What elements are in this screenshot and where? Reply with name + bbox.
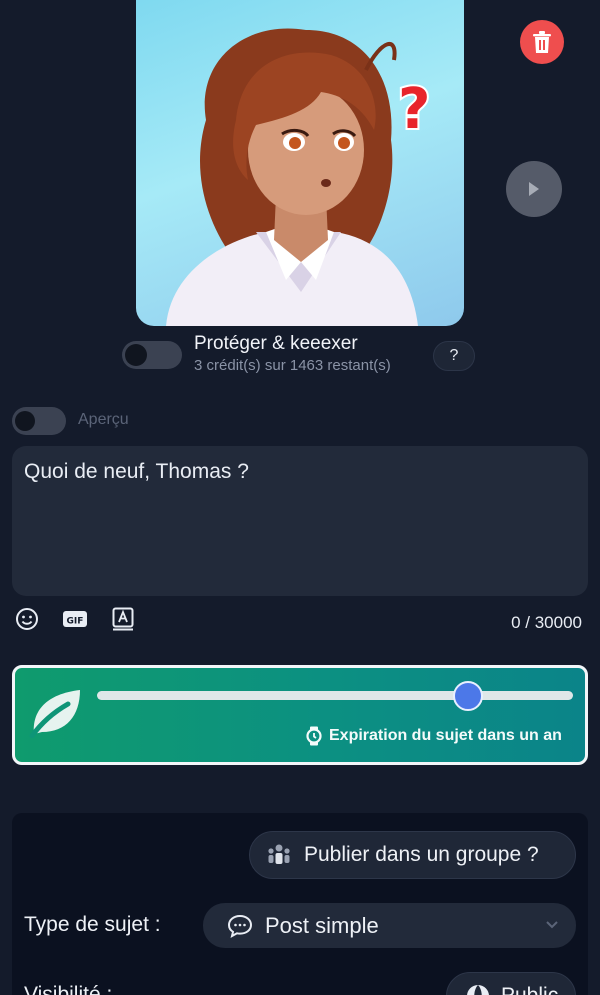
preview-toggle[interactable] bbox=[12, 407, 66, 435]
expiration-card bbox=[12, 665, 588, 765]
expiration-label: Expiration du sujet dans un an bbox=[306, 726, 562, 746]
protect-toggle[interactable] bbox=[122, 341, 182, 369]
expiration-text: Expiration du sujet dans un an bbox=[329, 727, 562, 744]
post-placeholder: Quoi de neuf, Thomas ? bbox=[24, 460, 249, 483]
font-button[interactable] bbox=[110, 606, 136, 632]
gif-button[interactable]: GIF bbox=[62, 606, 88, 632]
publish-in-group-label: Publier dans un groupe ? bbox=[304, 843, 539, 866]
protect-title: Protéger & keeexer bbox=[194, 333, 358, 354]
protect-help-button[interactable]: ? bbox=[433, 341, 475, 371]
post-type-label: Type de sujet : bbox=[24, 913, 161, 936]
preview-label: Aperçu bbox=[78, 411, 129, 428]
post-type-value: Post simple bbox=[265, 912, 379, 938]
visibility-value: Public bbox=[501, 984, 558, 995]
credits-remaining: 3 crédit(s) sur 1463 restant(s) bbox=[194, 357, 391, 374]
visibility-label: Visibilité : bbox=[24, 983, 113, 995]
toggle-knob bbox=[125, 344, 147, 366]
trash-icon bbox=[533, 31, 551, 53]
font-icon bbox=[112, 607, 134, 631]
publish-in-group-button[interactable]: Publier dans un groupe ? bbox=[249, 831, 576, 879]
next-image-button[interactable] bbox=[506, 161, 562, 217]
post-type-select[interactable]: Post simple bbox=[203, 903, 576, 948]
svg-text:?: ? bbox=[398, 77, 430, 142]
character-count: 0 / 30000 bbox=[511, 613, 582, 632]
watch-icon bbox=[306, 726, 322, 746]
play-arrow-icon bbox=[529, 182, 539, 196]
globe-icon bbox=[467, 985, 489, 995]
post-text-input[interactable]: Quoi de neuf, Thomas ? bbox=[12, 446, 588, 596]
gif-label: GIF bbox=[67, 617, 84, 627]
visibility-button[interactable]: Public bbox=[446, 972, 576, 995]
gif-icon: GIF bbox=[63, 611, 87, 627]
group-icon bbox=[268, 844, 290, 864]
character-illustration: ? bbox=[166, 28, 432, 326]
image-preview: ? bbox=[136, 0, 464, 326]
expiration-slider-track[interactable] bbox=[97, 691, 573, 700]
toggle-knob bbox=[15, 411, 35, 431]
chevron-down-icon bbox=[546, 921, 558, 929]
emoji-button[interactable] bbox=[14, 606, 40, 632]
delete-image-button[interactable] bbox=[520, 20, 564, 64]
leaf-icon bbox=[28, 686, 84, 743]
emoji-icon bbox=[16, 608, 38, 630]
chat-bubble-icon bbox=[227, 914, 253, 938]
